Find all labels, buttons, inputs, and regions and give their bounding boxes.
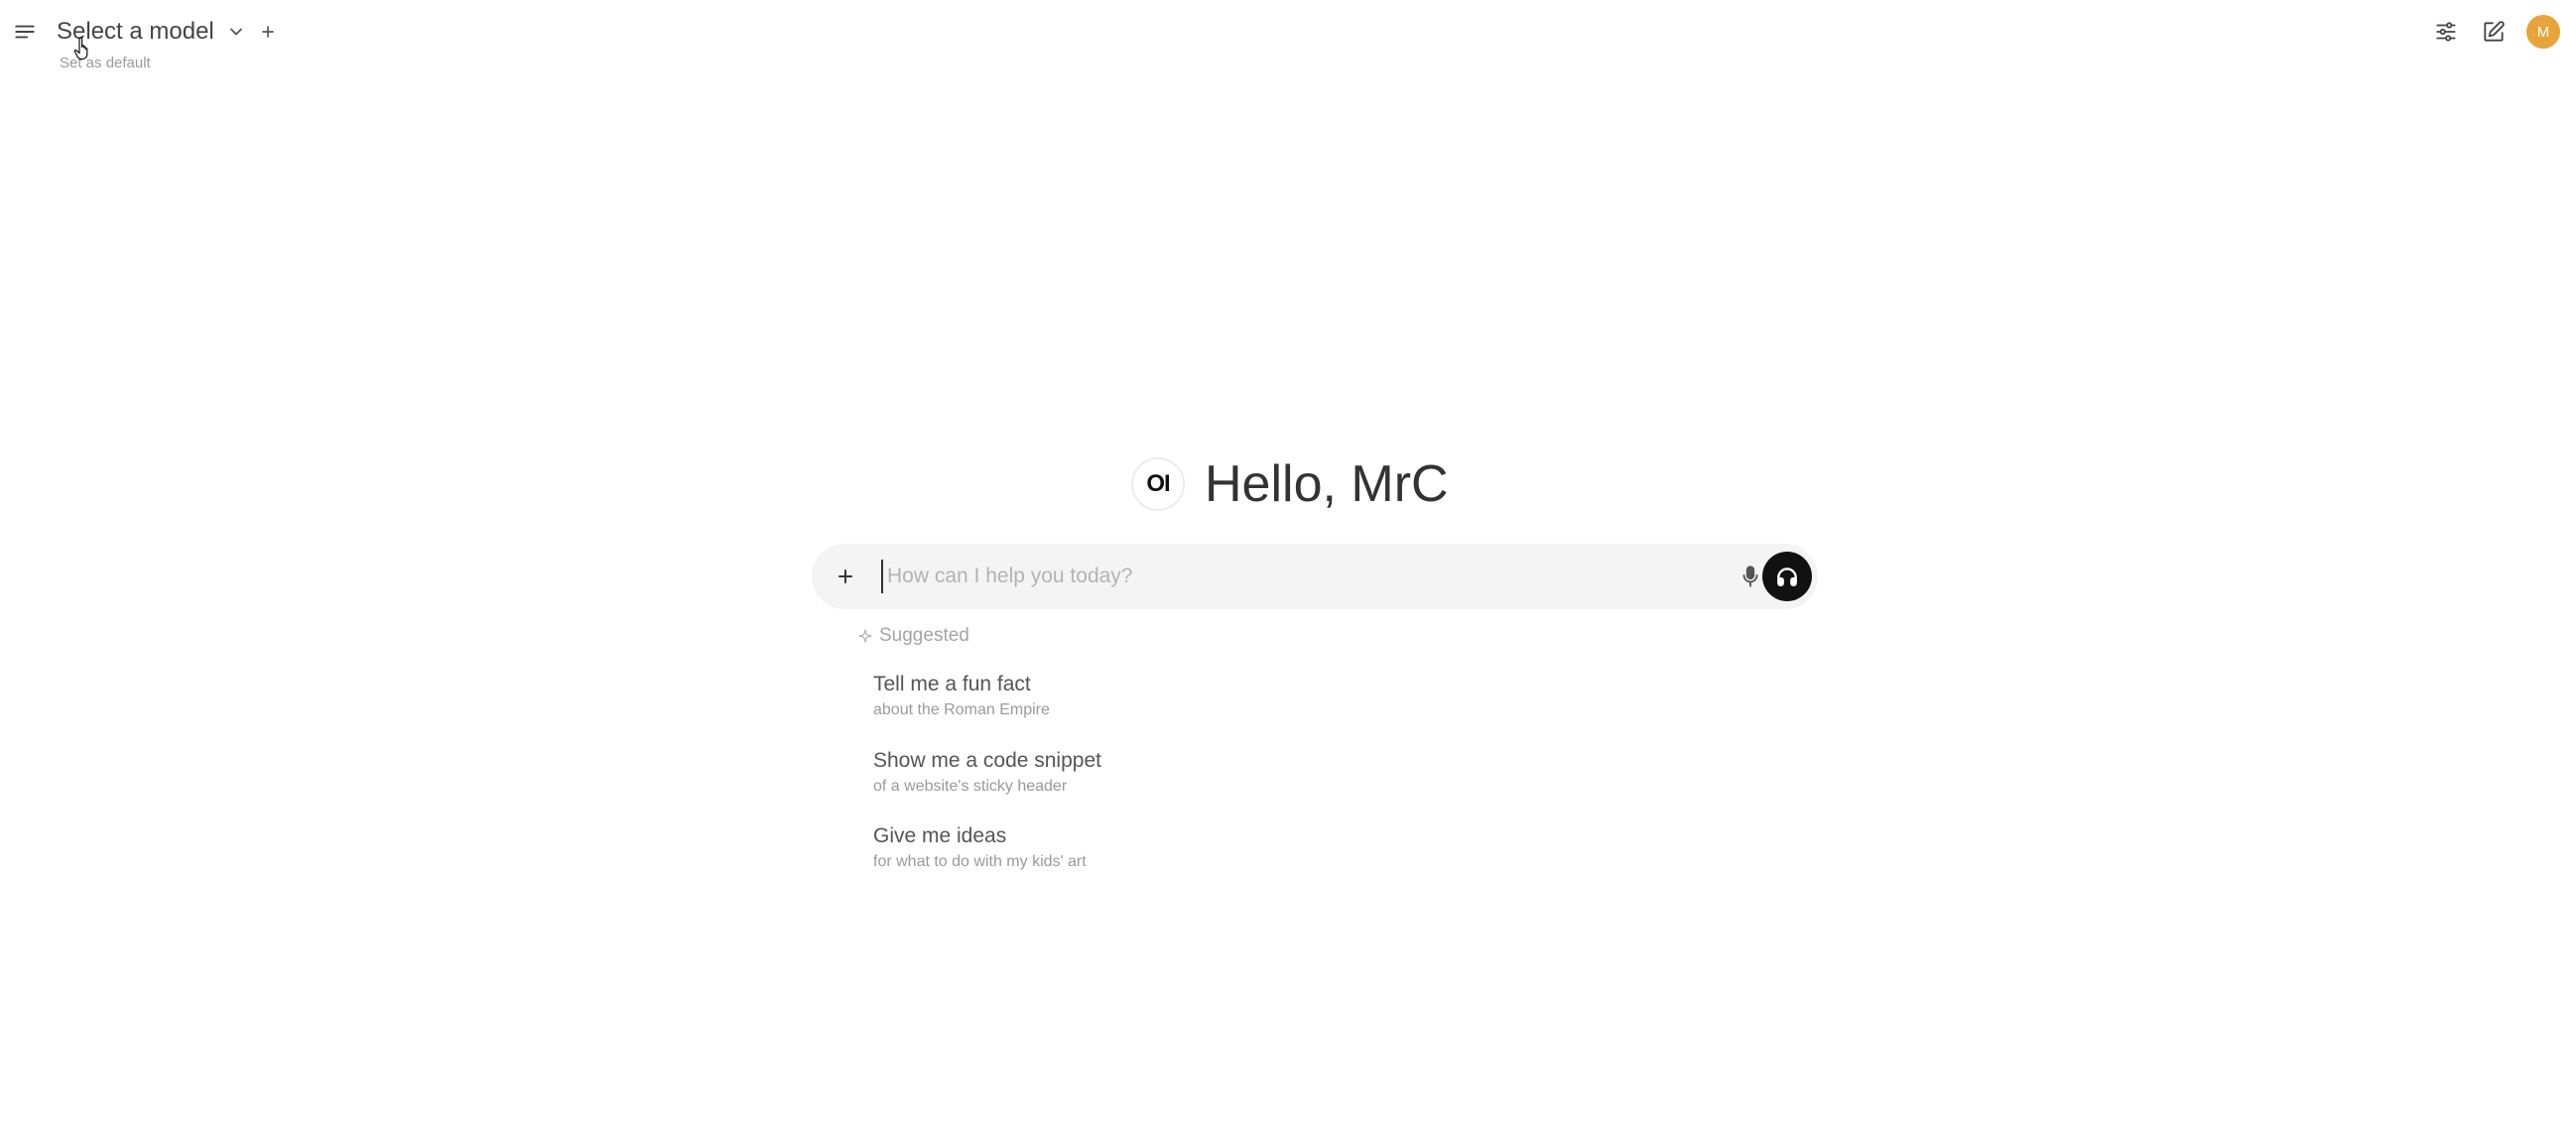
new-chat-button[interactable] xyxy=(2474,12,2513,52)
chat-input[interactable] xyxy=(881,560,1725,593)
suggestion-subtitle: of a website's sticky header xyxy=(873,778,1068,795)
sliders-icon xyxy=(2436,22,2456,42)
attach-button[interactable] xyxy=(826,557,865,596)
suggestion-item[interactable]: Show me a code snippet of a website's st… xyxy=(873,748,1369,796)
hand-cursor-icon xyxy=(73,37,88,61)
greeting-section: OI Hello, MrC xyxy=(1131,454,1449,514)
plus-icon xyxy=(838,569,852,583)
greeting-text: Hello, MrC xyxy=(1205,455,1449,513)
user-avatar[interactable]: M xyxy=(2526,15,2560,49)
suggestion-item[interactable]: Give me ideas for what to do with my kid… xyxy=(873,823,1369,871)
sidebar-toggle-button[interactable] xyxy=(5,12,45,52)
microphone-icon xyxy=(1742,566,1758,587)
suggestion-title: Show me a code snippet xyxy=(873,749,1101,772)
pencil-square-icon xyxy=(2484,21,2505,42)
chevron-down-icon xyxy=(229,28,242,36)
suggested-label: Suggested xyxy=(879,625,969,646)
suggestion-subtitle: about the Roman Empire xyxy=(873,701,1050,718)
suggestion-title: Tell me a fun fact xyxy=(873,673,1031,695)
plus-icon xyxy=(262,26,274,38)
suggestion-title: Give me ideas xyxy=(873,824,1007,847)
voice-mode-button[interactable] xyxy=(1762,552,1812,601)
headphones-icon xyxy=(1777,567,1797,586)
suggested-header: Suggested xyxy=(857,625,969,647)
sparkle-icon xyxy=(858,629,872,643)
suggestion-item[interactable]: Tell me a fun fact about the Roman Empir… xyxy=(873,672,1369,719)
top-navbar: Select a model Set as default M xyxy=(0,0,2576,79)
message-input-bar xyxy=(812,544,1818,609)
add-model-button[interactable] xyxy=(248,12,288,52)
app-logo: OI xyxy=(1131,457,1185,511)
chat-controls-button[interactable] xyxy=(2426,12,2466,52)
menu-icon xyxy=(15,25,35,39)
suggestion-subtitle: for what to do with my kids' art xyxy=(873,853,1087,870)
